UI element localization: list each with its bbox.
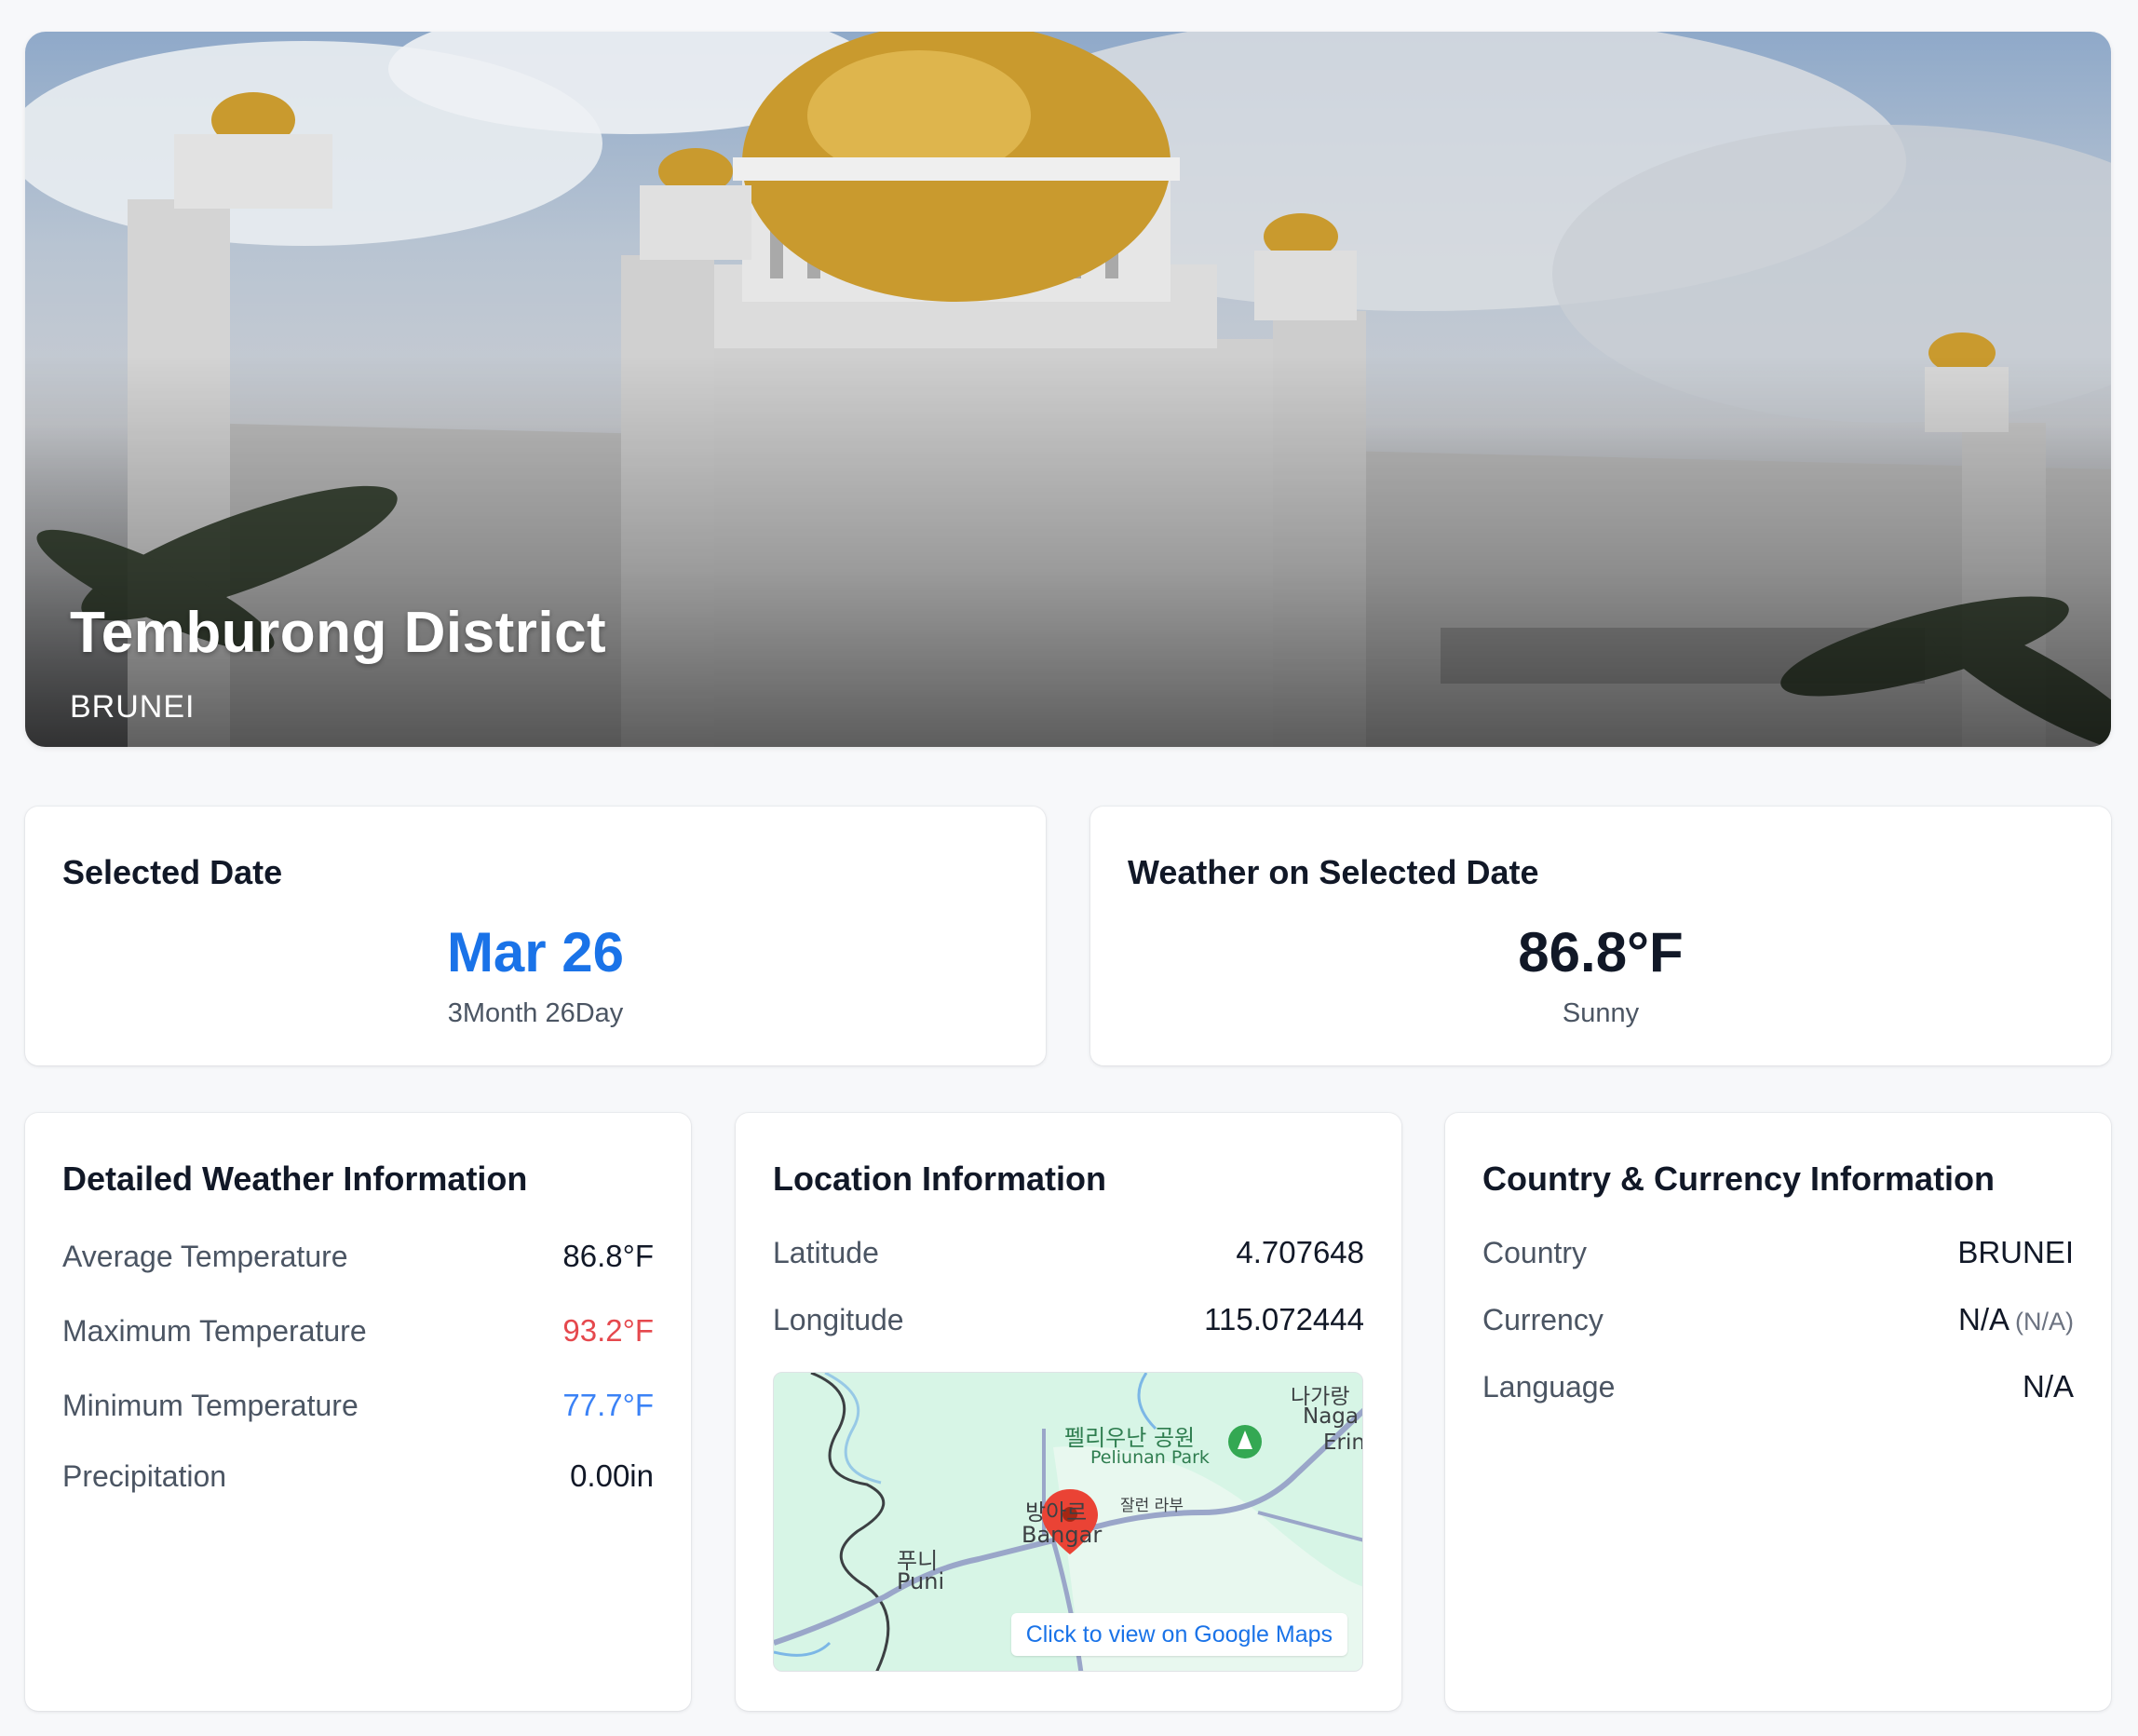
row-value: N/A bbox=[2022, 1369, 2074, 1404]
open-google-maps-button[interactable]: Click to view on Google Maps bbox=[1010, 1613, 1347, 1656]
row-label: Average Temperature bbox=[62, 1239, 348, 1273]
map-label: Naga bbox=[1303, 1404, 1359, 1429]
card-title: Location Information bbox=[773, 1160, 1106, 1198]
latitude-row: Latitude 4.707648 bbox=[773, 1232, 1364, 1273]
row-label: Longitude bbox=[773, 1302, 904, 1336]
hero-banner: Temburong District BRUNEI bbox=[25, 32, 2111, 747]
country-row: Country BRUNEI bbox=[1482, 1232, 2074, 1273]
selected-date-detail: 3Month 26Day bbox=[447, 998, 624, 1028]
row-label: Country bbox=[1482, 1235, 1588, 1269]
average-temp-row: Average Temperature 86.8°F bbox=[62, 1236, 654, 1277]
precipitation-row: Precipitation 0.00in bbox=[62, 1456, 654, 1497]
map-label: Puni bbox=[897, 1568, 945, 1594]
row-label: Currency bbox=[1482, 1302, 1604, 1336]
detailed-weather-card: Detailed Weather Information Average Tem… bbox=[25, 1113, 691, 1711]
currency-value: N/A bbox=[1957, 1302, 2009, 1336]
card-title: Weather on Selected Date bbox=[1128, 853, 1539, 891]
map-label: Bangar bbox=[1022, 1522, 1103, 1548]
row-label: Latitude bbox=[773, 1235, 879, 1269]
weather-temperature: 86.8°F bbox=[1518, 921, 1684, 983]
selected-date-value: Mar 26 bbox=[446, 921, 625, 983]
max-temp-row: Maximum Temperature 93.2°F bbox=[62, 1310, 654, 1351]
row-value: 93.2°F bbox=[562, 1313, 654, 1348]
map-label: Erin bbox=[1323, 1431, 1363, 1455]
longitude-row: Longitude 115.072444 bbox=[773, 1299, 1364, 1340]
row-value: BRUNEI bbox=[1957, 1235, 2074, 1269]
currency-row: Currency N/A (N/A) bbox=[1482, 1299, 2074, 1340]
card-title: Detailed Weather Information bbox=[62, 1160, 528, 1198]
row-value: 4.707648 bbox=[1236, 1235, 1364, 1269]
language-row: Language N/A bbox=[1482, 1366, 2074, 1407]
row-value: 86.8°F bbox=[562, 1239, 654, 1273]
row-value: 115.072444 bbox=[1204, 1302, 1364, 1336]
row-label: Maximum Temperature bbox=[62, 1313, 367, 1348]
card-title: Country & Currency Information bbox=[1482, 1160, 1996, 1198]
location-title: Temburong District bbox=[70, 601, 607, 665]
map-label: Peliunan Park bbox=[1090, 1447, 1210, 1468]
row-value: 0.00in bbox=[570, 1458, 654, 1493]
row-value: 77.7°F bbox=[562, 1388, 654, 1422]
weather-card: Weather on Selected Date 86.8°F Sunny bbox=[1090, 807, 2111, 1065]
row-label: Precipitation bbox=[62, 1458, 227, 1493]
location-card: Location Information Latitude 4.707648 L… bbox=[736, 1113, 1401, 1711]
row-value: N/A (N/A) bbox=[1958, 1302, 2074, 1337]
row-label: Language bbox=[1482, 1369, 1616, 1404]
location-country: BRUNEI bbox=[70, 689, 196, 725]
min-temp-row: Minimum Temperature 77.7°F bbox=[62, 1385, 654, 1426]
location-map[interactable]: 펠리우난 공원 Peliunan Park 방아르 Bangar 잘런 라부 푸… bbox=[773, 1372, 1363, 1672]
card-title: Selected Date bbox=[62, 853, 283, 891]
country-card: Country & Currency Information Country B… bbox=[1445, 1113, 2111, 1711]
weather-condition: Sunny bbox=[1562, 998, 1640, 1028]
currency-code: (N/A) bbox=[2015, 1308, 2074, 1336]
map-label: 잘런 라부 bbox=[1120, 1497, 1184, 1515]
hero-shade bbox=[25, 356, 2111, 747]
selected-date-card: Selected Date Mar 26 3Month 26Day bbox=[25, 807, 1046, 1065]
row-label: Minimum Temperature bbox=[62, 1388, 359, 1422]
